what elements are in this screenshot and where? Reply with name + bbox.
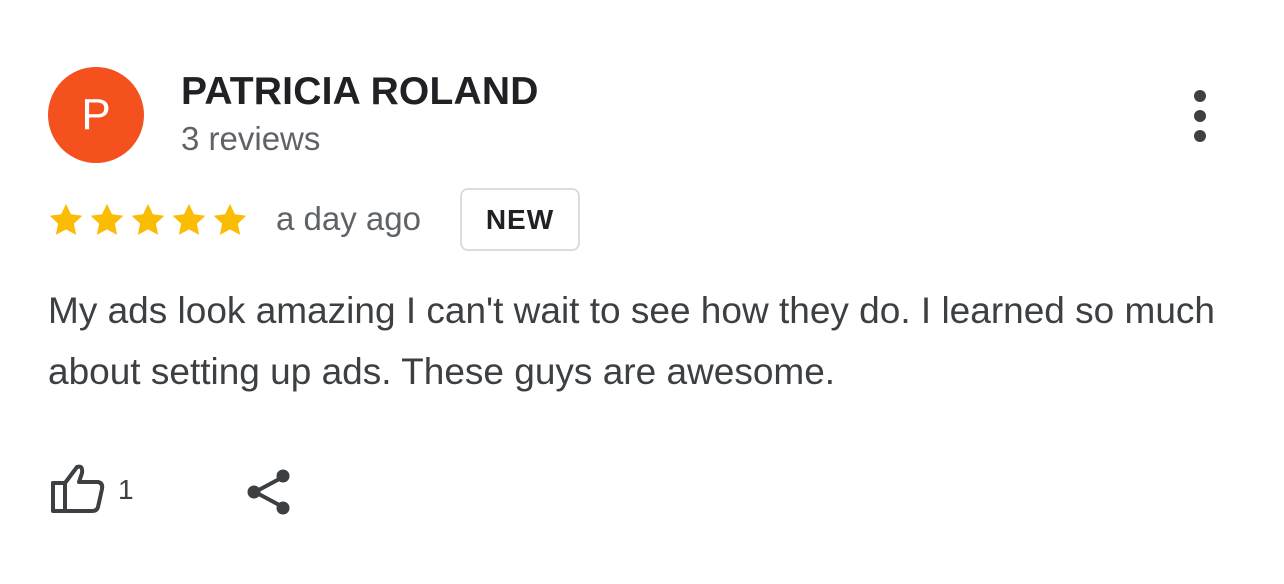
author-review-count: 3 reviews — [181, 120, 321, 157]
star-icon — [90, 203, 124, 235]
more-vert-icon-dot — [1194, 130, 1206, 142]
more-vert-icon — [1194, 90, 1206, 102]
review-time: a day ago — [276, 200, 421, 237]
star-icon — [172, 203, 206, 235]
star-icon — [49, 203, 83, 235]
review-card: P PATRICIA ROLAND 3 reviews a day ago NE… — [0, 0, 1284, 584]
share-icon — [247, 469, 290, 515]
like-count: 1 — [118, 474, 134, 505]
new-badge: NEW — [460, 188, 580, 251]
star-icon — [213, 203, 247, 235]
more-vert-icon-dot — [1194, 110, 1206, 122]
thumbs-up-icon — [51, 464, 105, 513]
like-button[interactable]: 1 — [50, 462, 134, 518]
avatar-initial: P — [81, 90, 111, 139]
star-icon — [131, 203, 165, 235]
more-options-button[interactable] — [1176, 88, 1224, 144]
review-text: My ads look amazing I can't wait to see … — [48, 290, 1215, 392]
avatar[interactable]: P — [48, 67, 144, 163]
author-name[interactable]: PATRICIA ROLAND — [181, 70, 539, 114]
star-rating — [47, 200, 252, 240]
share-button[interactable] — [242, 464, 298, 520]
